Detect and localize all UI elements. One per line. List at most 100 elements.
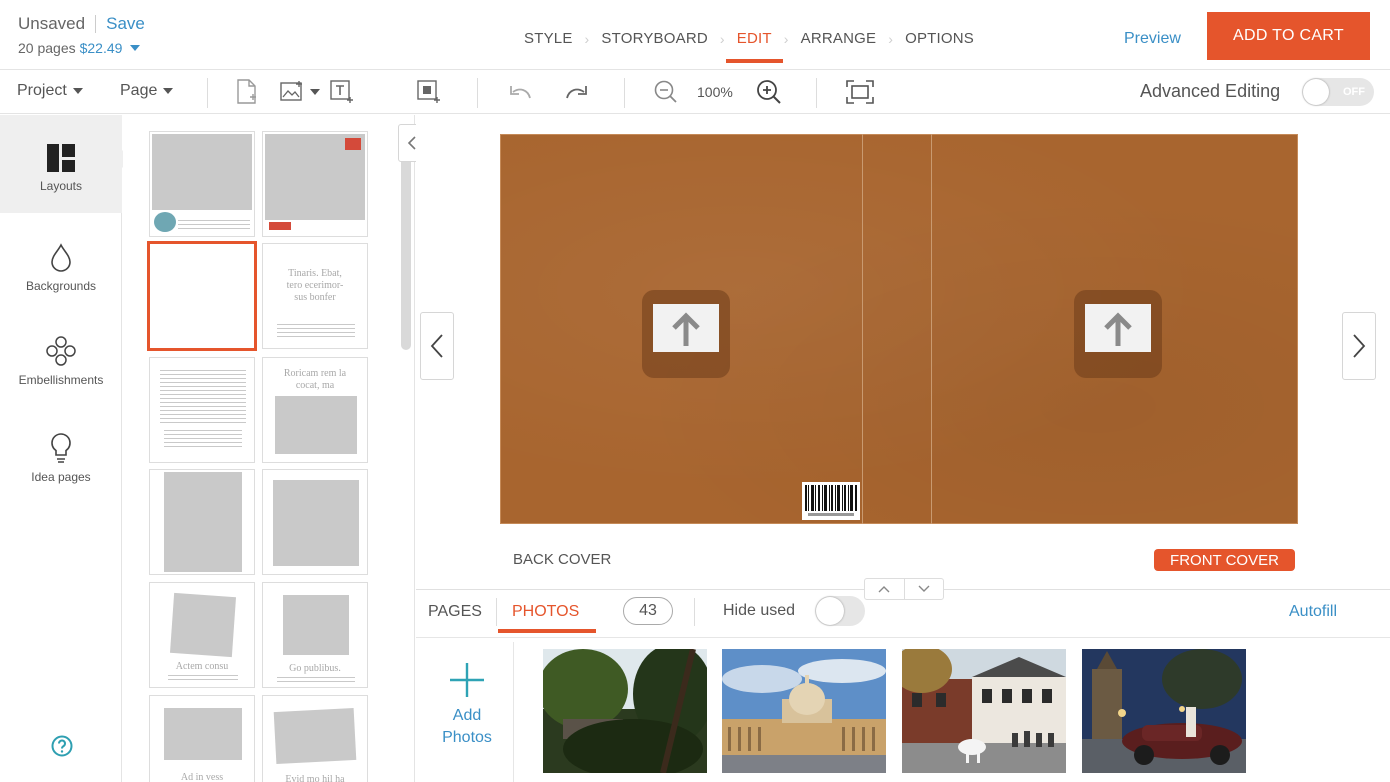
autofill-link[interactable]: Autofill <box>1289 603 1337 621</box>
thumb-text: cocat, ma <box>295 380 335 391</box>
tab-divider <box>694 598 695 626</box>
chevron-left-icon <box>430 334 443 358</box>
preview-link[interactable]: Preview <box>1124 30 1181 48</box>
add-box-icon[interactable] <box>417 78 441 106</box>
hide-used-label: Hide used <box>723 602 796 619</box>
upload-arrow-icon <box>672 312 700 346</box>
toolbar-divider <box>207 78 208 108</box>
layout-thumb[interactable]: Tinaris. Ebat, tero ecerimor- sus bonfer <box>262 243 368 349</box>
rail-item-label: Embellishments <box>18 373 104 387</box>
next-page-button[interactable] <box>1342 312 1376 380</box>
tray-expand-button[interactable] <box>865 579 904 599</box>
zoom-out-icon[interactable] <box>653 78 679 106</box>
chevron-down-icon[interactable] <box>130 45 141 51</box>
spine-edge <box>862 134 863 524</box>
thumb-text: Evid mo hil ha <box>285 774 345 782</box>
add-page-icon[interactable] <box>236 78 258 106</box>
zoom-in-icon[interactable] <box>755 78 783 106</box>
page-menu[interactable]: Page <box>120 82 174 100</box>
layouts-icon <box>47 144 75 172</box>
photo-placeholder <box>653 304 719 352</box>
layout-thumb[interactable]: Go publibus. <box>262 582 368 688</box>
layout-thumb[interactable] <box>262 131 368 237</box>
add-image-icon[interactable] <box>280 78 306 106</box>
photo-thumbnail[interactable] <box>902 649 1066 773</box>
photo-drop-zone-back[interactable] <box>642 290 730 378</box>
layout-thumb[interactable]: Ad in vess <box>149 695 255 782</box>
chevron-right-icon <box>1353 334 1366 358</box>
image-options-caret[interactable] <box>310 78 320 106</box>
flourish-icon <box>46 336 76 366</box>
layouts-scrollbar[interactable] <box>401 132 411 350</box>
toolbar-divider <box>624 78 625 108</box>
chevron-right-icon: › <box>783 30 789 47</box>
photo-thumbnail[interactable] <box>1082 649 1246 773</box>
step-edit[interactable]: EDIT <box>725 30 783 63</box>
layout-thumb[interactable]: Evid mo hil ha <box>262 695 368 782</box>
app-header: Unsaved Save 20 pages $22.49 STYLE › STO… <box>0 0 1390 70</box>
status-divider <box>95 15 97 33</box>
tool-rail: Layouts Backgrounds Embellishments Idea … <box>0 115 131 782</box>
redo-icon[interactable] <box>563 78 589 106</box>
save-link[interactable]: Save <box>106 14 145 34</box>
prev-page-button[interactable] <box>420 312 454 380</box>
tray-resize-control <box>864 578 944 600</box>
step-arrange[interactable]: ARRANGE <box>801 30 877 47</box>
layouts-panel: Tinaris. Ebat, tero ecerimor- sus bonfer… <box>123 115 415 782</box>
fit-to-screen-icon[interactable] <box>846 78 874 106</box>
photo-drop-zone-front[interactable] <box>1074 290 1162 378</box>
toggle-state: OFF <box>1343 86 1365 98</box>
toggle-knob <box>816 597 844 625</box>
add-photos-label-2: Photos <box>442 729 492 746</box>
tab-divider <box>496 598 497 626</box>
step-storyboard[interactable]: STORYBOARD <box>601 30 707 47</box>
photo-thumbnail[interactable] <box>722 649 886 773</box>
question-icon[interactable] <box>51 735 73 762</box>
lightbulb-icon <box>51 433 71 463</box>
layout-thumb[interactable] <box>149 131 255 237</box>
cover-spread[interactable] <box>500 134 1298 524</box>
back-cover-label: BACK COVER <box>513 551 612 568</box>
price: $22.49 <box>79 40 123 56</box>
unsaved-label: Unsaved <box>18 14 86 33</box>
rail-item-layouts[interactable]: Layouts <box>0 115 131 213</box>
drop-icon <box>51 243 71 272</box>
rail-item-backgrounds[interactable]: Backgrounds <box>0 243 122 293</box>
undo-icon[interactable] <box>508 78 534 106</box>
barcode-icon <box>802 482 860 520</box>
thumb-text: Roricam rem la <box>283 368 347 379</box>
photo-thumbnail[interactable] <box>543 649 707 773</box>
tab-pages[interactable]: PAGES <box>428 603 482 621</box>
advanced-editing-toggle[interactable]: OFF <box>1302 78 1374 106</box>
layout-thumb-selected[interactable] <box>147 241 257 351</box>
rail-item-label: Idea pages <box>31 470 91 484</box>
layout-thumb[interactable]: Roricam rem la cocat, ma <box>262 357 368 463</box>
zoom-level: 100% <box>697 84 733 100</box>
layout-thumb[interactable] <box>149 357 255 463</box>
workflow-steps: STYLE › STORYBOARD › EDIT › ARRANGE › OP… <box>524 30 974 63</box>
layout-thumb[interactable] <box>262 469 368 575</box>
page-count-price[interactable]: 20 pages $22.49 <box>18 40 145 56</box>
tray-divider <box>416 637 1390 638</box>
page-count: 20 pages <box>18 40 76 56</box>
tray-divider <box>513 642 514 782</box>
rail-item-label: Backgrounds <box>25 279 97 293</box>
add-to-cart-button[interactable]: ADD TO CART <box>1207 12 1370 60</box>
toolbar-divider <box>816 78 817 108</box>
rail-item-idea-pages[interactable]: Idea pages <box>0 432 122 484</box>
tab-photos[interactable]: PHOTOS <box>512 603 579 621</box>
tray-collapse-button[interactable] <box>903 579 944 599</box>
caret-down-icon <box>310 89 320 95</box>
caret-down-icon <box>163 88 174 94</box>
rail-item-embellishments[interactable]: Embellishments <box>0 335 122 387</box>
step-options[interactable]: OPTIONS <box>905 30 974 47</box>
chevron-right-icon: › <box>888 30 894 47</box>
step-style[interactable]: STYLE <box>524 30 573 47</box>
chevron-down-icon <box>918 585 930 592</box>
add-text-icon[interactable] <box>330 78 354 106</box>
layout-thumb[interactable] <box>149 469 255 575</box>
layout-thumb[interactable]: Actem consu <box>149 582 255 688</box>
add-photos-button[interactable]: Add Photos <box>424 660 510 749</box>
project-menu[interactable]: Project <box>17 82 83 100</box>
hide-used-toggle[interactable] <box>815 596 865 626</box>
